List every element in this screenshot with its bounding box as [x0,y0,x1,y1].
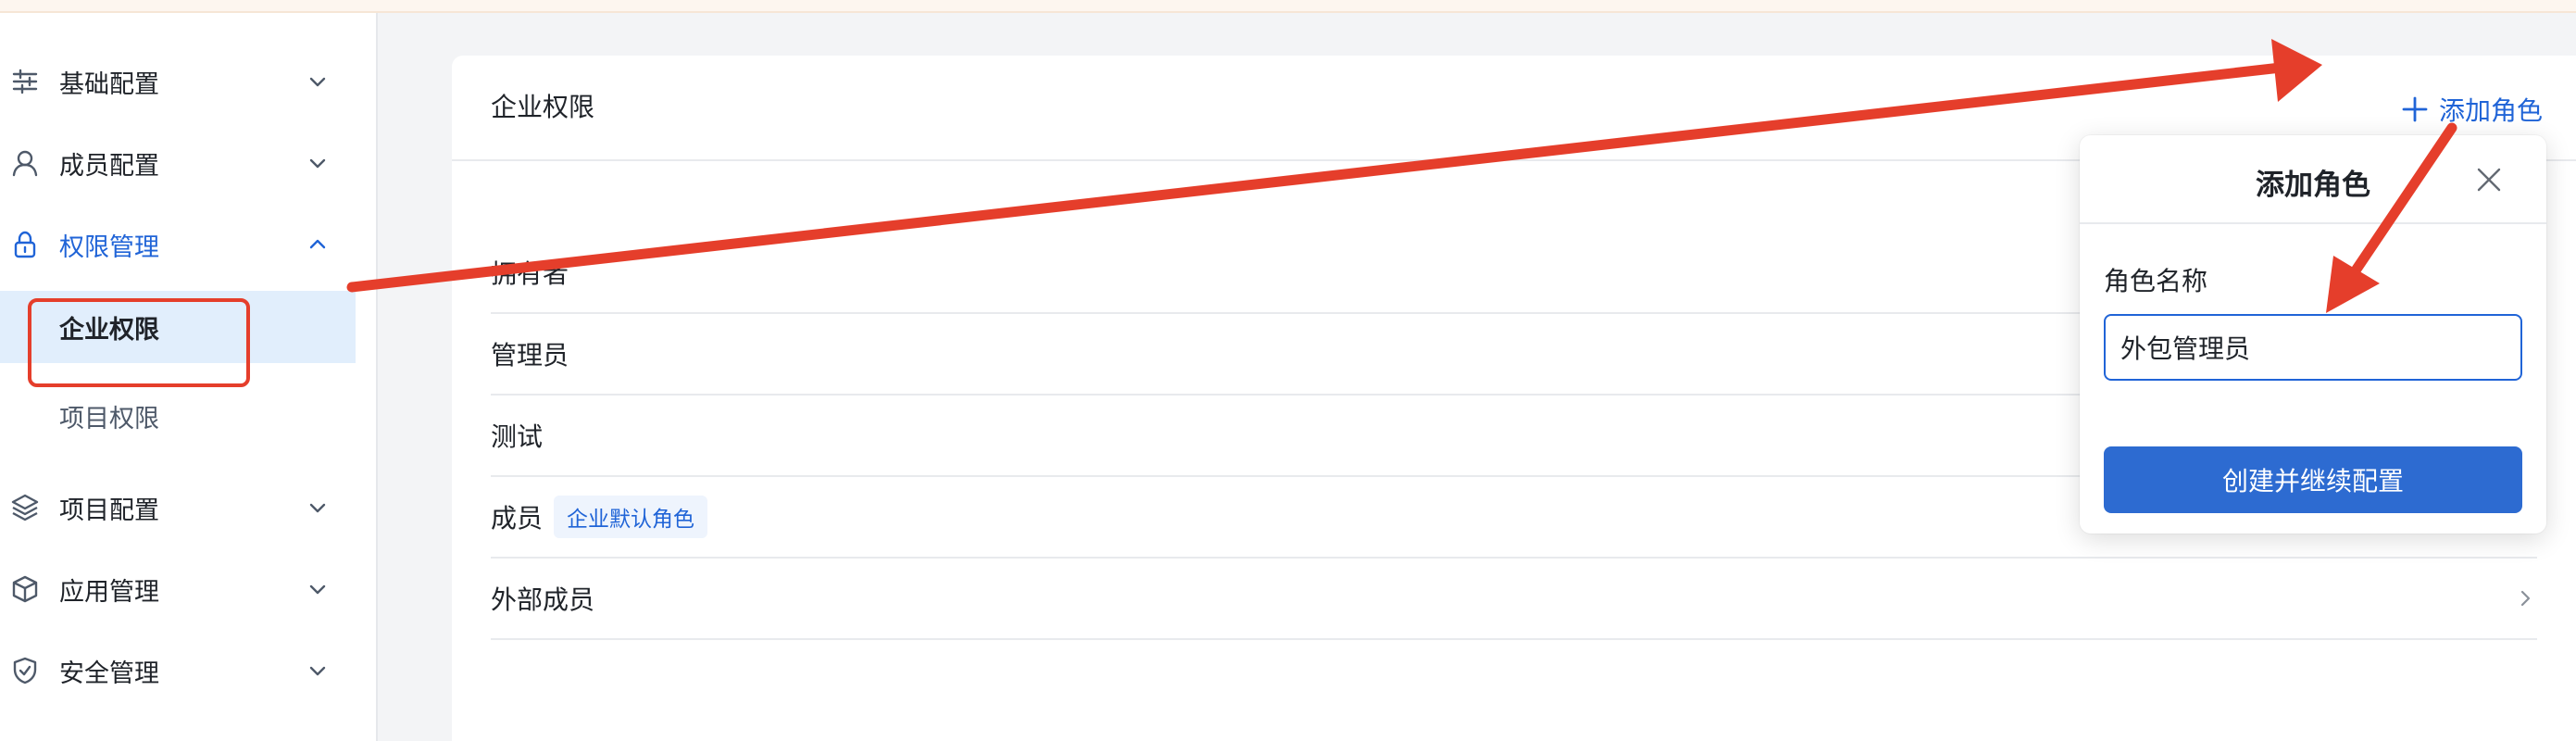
role-name: 成员 [491,503,544,534]
sidebar-subitem-enterprise-permission[interactable]: 企业权限 [0,291,356,363]
chevron-down-icon [306,496,330,520]
sidebar-subitem-label: 项目权限 [59,404,159,433]
sidebar-item-member-config[interactable]: 成员配置 [0,132,356,195]
page-title: 企业权限 [491,92,595,122]
sidebar-item-permission-management[interactable]: 权限管理 [0,213,356,276]
create-and-configure-button[interactable]: 创建并继续配置 [2104,446,2522,513]
sidebar-item-label: 基础配置 [59,69,159,99]
default-role-badge: 企业默认角色 [554,496,708,538]
add-role-popover: 添加角色 角色名称 创建并继续配置 [2080,135,2546,534]
chevron-down-icon [306,659,330,683]
shield-check-icon [9,655,41,686]
role-name: 拥有者 [491,258,569,289]
sidebar-item-app-management[interactable]: 应用管理 [0,558,356,621]
sidebar-item-basic-config[interactable]: 基础配置 [0,50,356,113]
sidebar-item-label: 项目配置 [59,496,159,525]
sidebar-item-project-config[interactable]: 项目配置 [0,476,356,539]
sliders-icon [9,66,41,97]
sidebar-item-label: 权限管理 [59,232,159,262]
sidebar-item-label: 应用管理 [59,577,159,607]
popover-header: 添加角色 [2080,135,2546,224]
sidebar-subitem-label: 企业权限 [59,315,159,345]
lock-icon [9,229,41,260]
add-role-label: 添加角色 [2439,95,2544,126]
add-role-button[interactable]: 添加角色 [2400,91,2543,128]
role-name-input[interactable] [2104,314,2522,381]
chevron-down-icon [306,151,330,175]
sidebar-item-security-management[interactable]: 安全管理 [0,639,356,702]
close-icon[interactable] [2472,163,2506,196]
cube-icon [9,573,41,605]
role-name: 测试 [491,421,544,452]
sidebar-subitem-project-permission[interactable]: 项目权限 [0,380,356,452]
role-name: 管理员 [491,340,569,370]
layers-icon [9,492,41,523]
sidebar-item-label: 安全管理 [59,659,159,688]
chevron-up-icon [306,232,330,257]
role-name: 外部成员 [491,584,595,615]
chevron-down-icon [306,69,330,94]
user-icon [9,147,41,179]
role-name-label: 角色名称 [2104,266,2208,296]
sidebar-item-label: 成员配置 [59,151,159,181]
chevron-down-icon [306,577,330,601]
chevron-right-icon [2513,586,2537,610]
top-banner-strip [0,0,2576,13]
plus-icon [2400,94,2430,124]
role-row-external-member[interactable]: 外部成员 [491,559,2537,640]
sidebar: 基础配置 成员配置 权限管理 企业权限 项目权限 项目配置 应用管理 安全管理 [0,13,378,741]
